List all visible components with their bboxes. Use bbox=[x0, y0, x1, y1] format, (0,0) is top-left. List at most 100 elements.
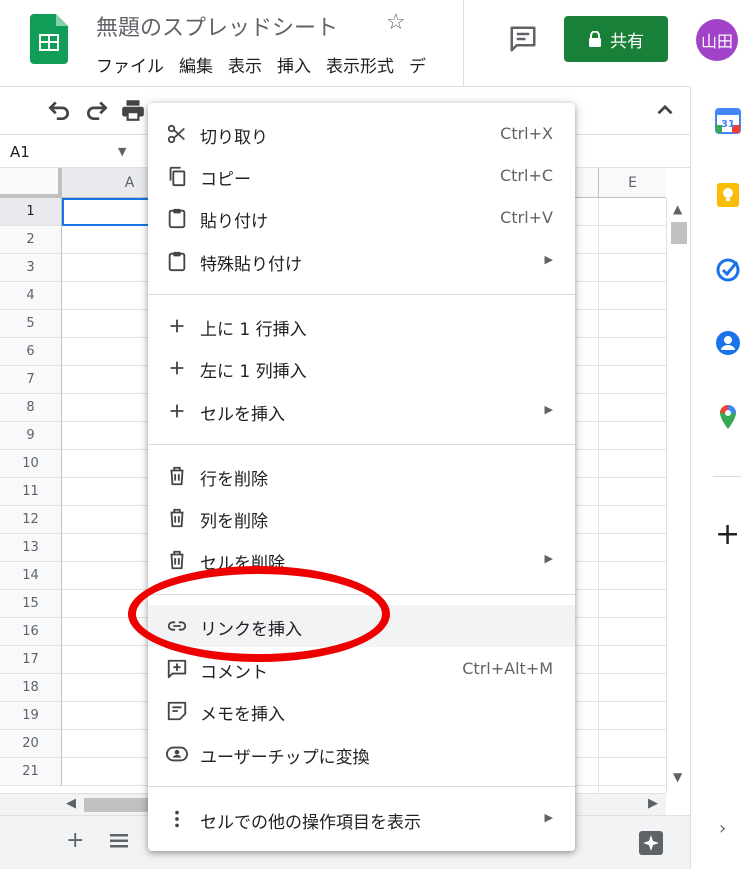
menu-item-label: セルでの他の操作項目を表示 bbox=[200, 813, 421, 833]
more-vert-icon bbox=[175, 810, 179, 828]
menu-item[interactable]: セルでの他の操作項目を表示 ▶ bbox=[148, 798, 575, 840]
column-gridline bbox=[598, 198, 599, 793]
row-header[interactable]: 7 bbox=[0, 366, 62, 394]
contacts-icon[interactable] bbox=[715, 330, 741, 356]
row-header[interactable]: 10 bbox=[0, 450, 62, 478]
share-button[interactable]: 共有 bbox=[564, 16, 668, 62]
plus-icon bbox=[170, 361, 184, 375]
keep-icon[interactable] bbox=[715, 182, 741, 208]
side-panel: 31 + › bbox=[690, 86, 756, 869]
row-header[interactable]: 18 bbox=[0, 674, 62, 702]
menu-item[interactable]: 行を削除 bbox=[148, 455, 575, 497]
scroll-up-icon[interactable]: ▲ bbox=[673, 202, 682, 216]
menu-item[interactable]: メモを挿入 bbox=[148, 690, 575, 732]
menu-item[interactable]: ユーザーチップに変換 bbox=[148, 733, 575, 775]
vertical-scrollbar[interactable]: ▲ ▼ bbox=[666, 198, 690, 793]
menu-data[interactable]: デ bbox=[409, 57, 426, 76]
column-header-e[interactable]: E bbox=[598, 168, 666, 198]
explore-icon[interactable] bbox=[638, 830, 664, 856]
trash-icon bbox=[170, 508, 184, 528]
menu-edit[interactable]: 編集 bbox=[179, 57, 213, 76]
menu-insert[interactable]: 挿入 bbox=[277, 57, 311, 76]
row-header[interactable]: 4 bbox=[0, 282, 62, 310]
menu-item[interactable]: 左に 1 列挿入 bbox=[148, 347, 575, 389]
tasks-icon[interactable] bbox=[715, 256, 741, 282]
plus-icon bbox=[170, 319, 184, 333]
scroll-right-icon[interactable]: ▶ bbox=[648, 796, 658, 811]
comment-history-icon[interactable] bbox=[508, 24, 538, 54]
row-header[interactable]: 13 bbox=[0, 534, 62, 562]
row-header[interactable]: 16 bbox=[0, 618, 62, 646]
add-sheet-icon[interactable]: + bbox=[66, 828, 84, 853]
menu-item-label: メモを挿入 bbox=[200, 705, 285, 725]
menu-item[interactable]: 切り取り Ctrl+X bbox=[148, 113, 575, 155]
scroll-down-icon[interactable]: ▼ bbox=[673, 770, 682, 784]
menu-item[interactable]: 上に 1 行挿入 bbox=[148, 305, 575, 347]
avatar[interactable]: 山田 bbox=[696, 19, 738, 61]
menu-item-label: 切り取り bbox=[200, 128, 268, 148]
svg-text:31: 31 bbox=[721, 119, 735, 130]
copy-icon bbox=[169, 166, 186, 187]
menu-item-shortcut: Ctrl+Alt+M bbox=[462, 659, 553, 678]
comment-add-icon bbox=[167, 659, 187, 679]
row-header[interactable]: 9 bbox=[0, 422, 62, 450]
app-header: 無題のスプレッドシート ☆ ファイル 編集 表示 挿入 表示形式デ 共有 山田 bbox=[0, 0, 756, 86]
chevron-up-icon[interactable] bbox=[652, 97, 678, 123]
chevron-right-icon[interactable]: › bbox=[719, 818, 726, 839]
trash-icon bbox=[170, 466, 184, 486]
chevron-down-icon[interactable]: ▼ bbox=[118, 145, 126, 158]
row-headers: 1 2 3 4 5 6 7 8 9 10 11 12 13 14 15 16 17 18 19 20 21 bbox=[0, 198, 62, 786]
maps-icon[interactable] bbox=[715, 404, 741, 430]
sheets-logo-icon[interactable] bbox=[30, 14, 68, 64]
row-header[interactable]: 15 bbox=[0, 590, 62, 618]
row-header[interactable]: 19 bbox=[0, 702, 62, 730]
menu-file[interactable]: ファイル bbox=[96, 57, 164, 76]
row-header[interactable]: 2 bbox=[0, 226, 62, 254]
row-header[interactable]: 3 bbox=[0, 254, 62, 282]
menu-item[interactable]: 特殊貼り付け ▶ bbox=[148, 240, 575, 282]
note-icon bbox=[167, 701, 187, 721]
row-header[interactable]: 17 bbox=[0, 646, 62, 674]
trash-icon bbox=[170, 550, 184, 570]
menu-item-shortcut: Ctrl+V bbox=[500, 208, 553, 227]
redo-icon[interactable] bbox=[84, 97, 110, 123]
row-header[interactable]: 6 bbox=[0, 338, 62, 366]
menu-separator bbox=[148, 444, 575, 445]
undo-icon[interactable] bbox=[46, 97, 72, 123]
get-addons-icon[interactable]: + bbox=[715, 520, 740, 550]
name-box[interactable]: A1 bbox=[10, 143, 30, 161]
document-title[interactable]: 無題のスプレッドシート bbox=[96, 10, 338, 42]
star-icon[interactable]: ☆ bbox=[386, 10, 406, 35]
menu-format[interactable]: 表示形式 bbox=[326, 57, 394, 76]
submenu-arrow-icon: ▶ bbox=[544, 253, 553, 266]
row-header[interactable]: 21 bbox=[0, 758, 62, 786]
row-header[interactable]: 1 bbox=[0, 198, 62, 226]
print-icon[interactable] bbox=[120, 97, 146, 123]
menu-item[interactable]: 貼り付け Ctrl+V bbox=[148, 197, 575, 239]
menu-view[interactable]: 表示 bbox=[228, 57, 262, 76]
menu-item-label: セルを挿入 bbox=[200, 405, 285, 425]
row-header[interactable]: 11 bbox=[0, 478, 62, 506]
menu-item-label: ユーザーチップに変換 bbox=[200, 748, 370, 768]
select-all-corner[interactable] bbox=[0, 168, 62, 198]
horizontal-scroll-thumb[interactable] bbox=[84, 798, 148, 812]
vertical-scroll-thumb[interactable] bbox=[671, 222, 687, 244]
row-header[interactable]: 14 bbox=[0, 562, 62, 590]
sheet-list-icon[interactable] bbox=[108, 830, 130, 852]
scroll-left-icon[interactable]: ◀ bbox=[66, 796, 76, 811]
plus-icon bbox=[170, 404, 184, 418]
row-header[interactable]: 5 bbox=[0, 310, 62, 338]
menu-item-label: 上に 1 行挿入 bbox=[200, 320, 307, 340]
menu-bar: ファイル 編集 表示 挿入 表示形式デ bbox=[96, 52, 466, 76]
row-header[interactable]: 20 bbox=[0, 730, 62, 758]
calendar-icon[interactable]: 31 bbox=[715, 108, 741, 134]
menu-item[interactable]: セルを挿入 ▶ bbox=[148, 390, 575, 432]
menu-item[interactable]: コピー Ctrl+C bbox=[148, 155, 575, 197]
menu-item-shortcut: Ctrl+X bbox=[500, 124, 553, 143]
menu-item[interactable]: 列を削除 bbox=[148, 497, 575, 539]
row-header[interactable]: 12 bbox=[0, 506, 62, 534]
row-header[interactable]: 8 bbox=[0, 394, 62, 422]
clipboard-icon bbox=[168, 251, 186, 272]
submenu-arrow-icon: ▶ bbox=[544, 403, 553, 416]
header-divider bbox=[463, 0, 464, 86]
